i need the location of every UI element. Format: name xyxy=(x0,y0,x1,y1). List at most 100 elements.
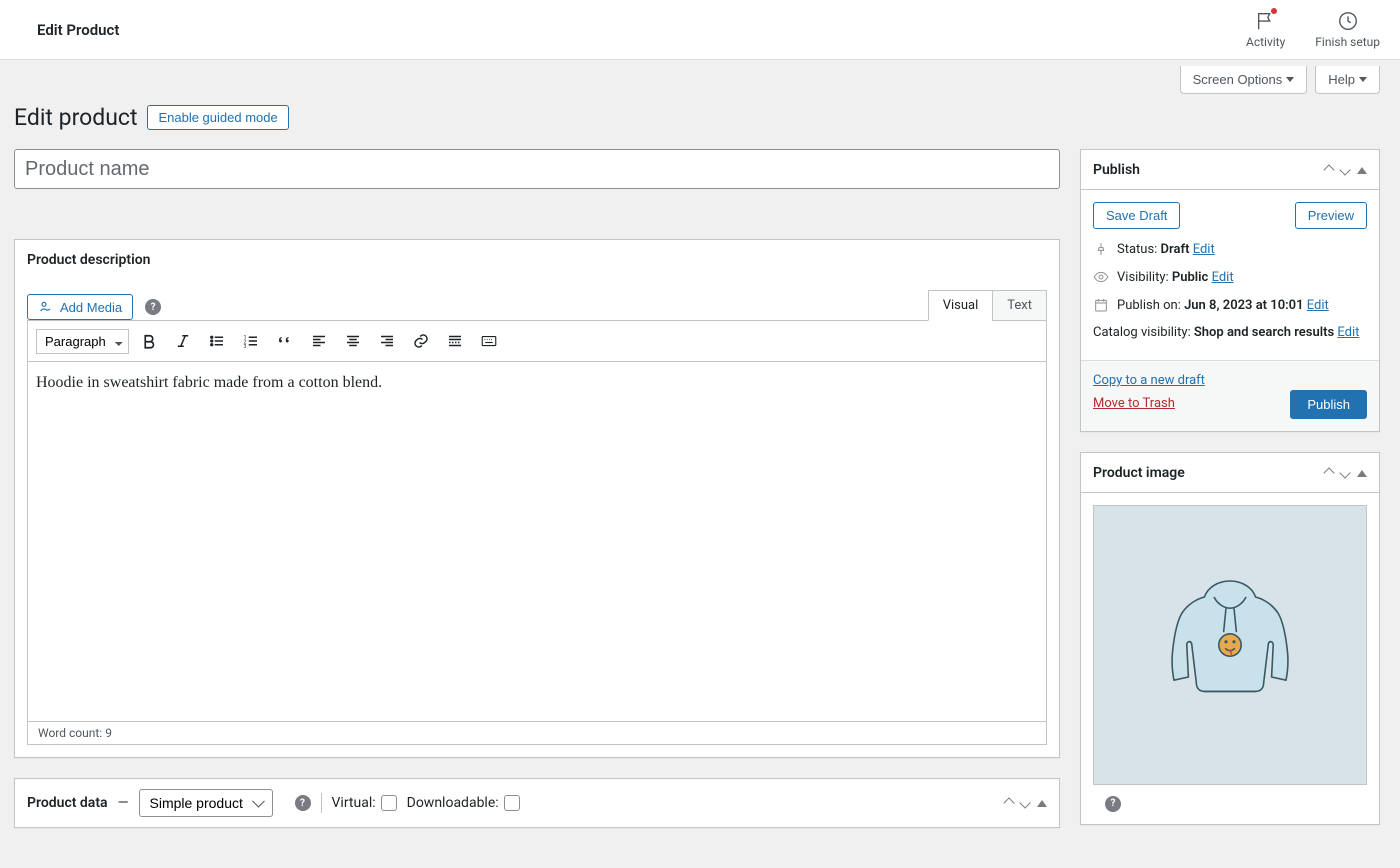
add-media-button[interactable]: Add Media xyxy=(27,294,133,320)
publish-panel: Publish Save Draft Preview Status: Draf xyxy=(1080,149,1380,432)
chevron-up-icon xyxy=(1003,797,1014,808)
move-to-trash-link[interactable]: Move to Trash xyxy=(1093,396,1205,411)
panel-move-up[interactable] xyxy=(1005,795,1013,811)
caret-down-icon xyxy=(1286,77,1294,82)
chevron-down-icon xyxy=(1339,467,1350,478)
italic-icon xyxy=(174,332,192,350)
panel-move-up[interactable] xyxy=(1325,162,1333,178)
svg-text:3: 3 xyxy=(244,344,247,350)
triangle-up-icon xyxy=(1357,470,1367,477)
caret-down-icon xyxy=(1359,77,1367,82)
product-image-title: Product image xyxy=(1093,465,1185,481)
word-count-label: Word count: xyxy=(38,726,105,740)
panel-move-down[interactable] xyxy=(1341,465,1349,481)
panel-toggle[interactable] xyxy=(1037,795,1047,811)
align-right-button[interactable] xyxy=(373,327,401,355)
virtual-checkbox[interactable] xyxy=(381,795,397,811)
toolbar-toggle-button[interactable] xyxy=(475,327,503,355)
status-edit-link[interactable]: Edit xyxy=(1193,242,1215,257)
tab-text[interactable]: Text xyxy=(992,290,1047,321)
editor-footer: Word count: 9 xyxy=(27,722,1047,745)
numbered-list-button[interactable]: 123 xyxy=(237,327,265,355)
word-count-value: 9 xyxy=(105,726,112,740)
calendar-icon xyxy=(1093,297,1109,313)
chevron-up-icon xyxy=(1323,164,1334,175)
panel-toggle[interactable] xyxy=(1357,162,1367,178)
italic-button[interactable] xyxy=(169,327,197,355)
align-center-icon xyxy=(344,332,362,350)
editor-toolbar: Paragraph 123 xyxy=(27,320,1047,362)
hoodie-icon xyxy=(1150,560,1310,730)
help-icon[interactable]: ? xyxy=(1105,796,1121,812)
numbered-list-icon: 123 xyxy=(242,332,260,350)
pin-icon xyxy=(1093,241,1109,257)
product-image-panel: Product image xyxy=(1080,452,1380,825)
triangle-up-icon xyxy=(1037,800,1047,807)
publish-panel-title: Publish xyxy=(1093,162,1140,178)
publish-button[interactable]: Publish xyxy=(1290,390,1367,419)
quote-icon xyxy=(276,332,294,350)
publish-date-edit-link[interactable]: Edit xyxy=(1307,298,1329,313)
eye-icon xyxy=(1093,269,1109,285)
preview-button[interactable]: Preview xyxy=(1295,202,1367,229)
activity-button[interactable]: Activity xyxy=(1246,10,1285,49)
copy-to-draft-link[interactable]: Copy to a new draft xyxy=(1093,373,1205,388)
tab-visual[interactable]: Visual xyxy=(928,290,993,321)
product-description-title: Product description xyxy=(27,252,150,268)
format-select[interactable]: Paragraph xyxy=(36,329,129,354)
editor-tabs: Visual Text xyxy=(928,290,1047,320)
screen-meta-links: Screen Options Help xyxy=(14,60,1380,94)
align-right-icon xyxy=(378,332,396,350)
panel-move-down[interactable] xyxy=(1341,162,1349,178)
screen-options-button[interactable]: Screen Options xyxy=(1180,66,1308,94)
bullet-list-icon xyxy=(208,332,226,350)
visibility-edit-link[interactable]: Edit xyxy=(1212,270,1234,285)
align-left-icon xyxy=(310,332,328,350)
link-icon xyxy=(412,332,430,350)
help-icon[interactable]: ? xyxy=(295,795,311,811)
top-actions: Activity Finish setup xyxy=(1246,10,1380,49)
finish-setup-button[interactable]: Finish setup xyxy=(1315,10,1380,49)
page-header: Edit product Enable guided mode xyxy=(14,104,1380,131)
read-more-button[interactable] xyxy=(441,327,469,355)
blockquote-button[interactable] xyxy=(271,327,299,355)
finish-setup-label: Finish setup xyxy=(1315,35,1380,49)
downloadable-checkbox[interactable] xyxy=(504,795,520,811)
bullet-list-button[interactable] xyxy=(203,327,231,355)
triangle-up-icon xyxy=(1357,167,1367,174)
editor-content[interactable]: Hoodie in sweatshirt fabric made from a … xyxy=(27,362,1047,722)
panel-toggle[interactable] xyxy=(1357,465,1367,481)
enable-guided-mode-button[interactable]: Enable guided mode xyxy=(147,105,288,130)
link-button[interactable] xyxy=(407,327,435,355)
clock-icon xyxy=(1337,10,1359,32)
align-center-button[interactable] xyxy=(339,327,367,355)
product-data-panel: Product data — Simple product ? Virtual: xyxy=(14,778,1060,828)
bold-icon xyxy=(140,332,158,350)
chevron-up-icon xyxy=(1323,467,1334,478)
product-type-select[interactable]: Simple product xyxy=(139,789,273,817)
panel-move-up[interactable] xyxy=(1325,465,1333,481)
top-bar-title: Edit Product xyxy=(20,21,119,39)
product-name-input[interactable] xyxy=(14,149,1060,189)
product-data-label: Product data xyxy=(27,795,108,811)
downloadable-label: Downloadable: xyxy=(407,795,520,811)
help-button[interactable]: Help xyxy=(1315,66,1380,94)
help-icon[interactable]: ? xyxy=(145,299,161,315)
align-left-button[interactable] xyxy=(305,327,333,355)
media-icon xyxy=(38,299,54,315)
chevron-down-icon xyxy=(1339,164,1350,175)
top-bar: Edit Product Activity Finish setup xyxy=(0,0,1400,60)
main-content: Screen Options Help Edit product Enable … xyxy=(0,60,1400,868)
product-description-header: Product description xyxy=(15,240,1059,280)
divider xyxy=(321,793,322,813)
chevron-down-icon xyxy=(1019,797,1030,808)
keyboard-icon xyxy=(480,332,498,350)
catalog-edit-link[interactable]: Edit xyxy=(1337,325,1359,340)
bold-button[interactable] xyxy=(135,327,163,355)
panel-move-down[interactable] xyxy=(1021,795,1029,811)
read-more-icon xyxy=(446,332,464,350)
activity-label: Activity xyxy=(1246,35,1285,49)
product-image-thumbnail[interactable] xyxy=(1093,505,1367,785)
product-description-panel: Product description Add Media ? Visual T… xyxy=(14,239,1060,758)
save-draft-button[interactable]: Save Draft xyxy=(1093,202,1180,229)
